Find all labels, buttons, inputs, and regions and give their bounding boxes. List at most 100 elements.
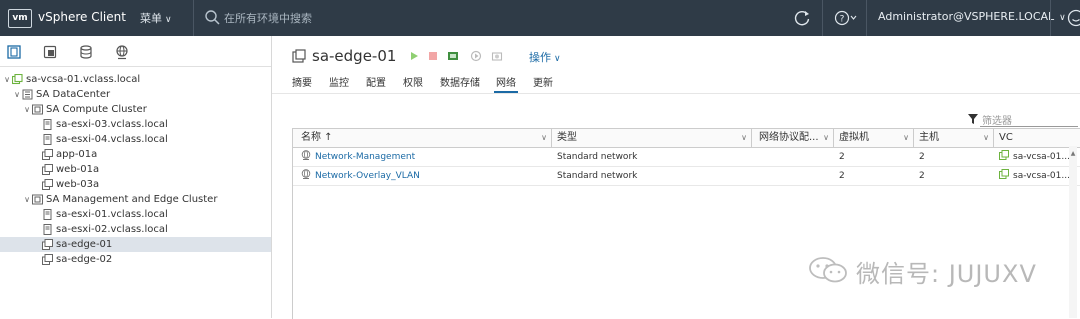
column-divider[interactable]: [913, 129, 914, 147]
tree-node-label: sa-edge-02: [56, 252, 112, 267]
column-header[interactable]: VC: [999, 129, 1080, 147]
table-cell: 2: [919, 167, 989, 185]
power-on-icon[interactable]: [408, 50, 420, 62]
column-header[interactable]: 主机 ∨: [919, 129, 993, 147]
tab-0[interactable]: 摘要: [292, 74, 312, 89]
snapshot-icon[interactable]: [491, 50, 503, 62]
actions-label: 操作: [529, 51, 551, 64]
tree-node-label: sa-esxi-04.vclass.local: [56, 132, 168, 147]
top-header: vm vSphere Client 菜单∨ 在所有环境中搜索 ? Adminis…: [0, 0, 1080, 36]
tree-node[interactable]: sa-edge-02: [0, 252, 271, 267]
tree-node[interactable]: web-03a: [0, 177, 271, 192]
app-title: vSphere Client: [38, 10, 126, 24]
filter-underline: [980, 126, 1078, 127]
chevron-down-icon: ∨: [1059, 13, 1066, 23]
table-row[interactable]: Network-ManagementStandard network22sa-v…: [293, 148, 1080, 167]
column-header[interactable]: 虚拟机∨: [839, 129, 913, 147]
vms-and-templates-icon[interactable]: [42, 44, 58, 60]
tree-node[interactable]: sa-esxi-04.vclass.local: [0, 132, 271, 147]
network-name-link[interactable]: Network-Management: [301, 148, 547, 166]
column-menu-icon[interactable]: ∨: [741, 129, 747, 147]
filter-input[interactable]: 筛选器: [982, 112, 1012, 127]
tree-node[interactable]: sa-esxi-03.vclass.local: [0, 117, 271, 132]
global-search-input[interactable]: 在所有环境中搜索: [224, 10, 312, 26]
cell-text: Network-Management: [315, 152, 415, 162]
chevron-down-icon: ∨: [554, 54, 561, 64]
table-cell[interactable]: sa-vcsa-01...: [999, 148, 1069, 166]
refresh-icon[interactable]: [792, 8, 812, 28]
vm-icon: [42, 164, 53, 175]
column-menu-icon[interactable]: ∨: [823, 129, 829, 147]
tab-1[interactable]: 监控: [329, 74, 349, 89]
tab-5[interactable]: 网络: [496, 74, 516, 89]
column-divider[interactable]: [751, 129, 752, 147]
tree-node-label: SA DataCenter: [36, 87, 110, 102]
tree-node[interactable]: ∨ sa-vcsa-01.vclass.local: [0, 72, 271, 87]
table-cell[interactable]: sa-vcsa-01...: [999, 167, 1069, 185]
tree-node[interactable]: sa-esxi-01.vclass.local: [0, 207, 271, 222]
tree-node[interactable]: ∨SA Compute Cluster: [0, 102, 271, 117]
vmware-logo: vm: [8, 9, 32, 28]
tab-6[interactable]: 更新: [533, 74, 553, 89]
object-title: sa-edge-01: [312, 47, 396, 65]
menu-label: 菜单: [140, 12, 162, 25]
filter-icon: [968, 114, 978, 124]
menu-dropdown[interactable]: 菜单∨: [140, 10, 172, 26]
tree-node-label: app-01a: [56, 147, 97, 162]
tree-node[interactable]: ∨ SA DataCenter: [0, 87, 271, 102]
cell-text: 2: [839, 152, 845, 162]
tree-node-label: sa-vcsa-01.vclass.local: [26, 72, 140, 87]
network-name-link[interactable]: Network-Overlay_VLAN: [301, 167, 547, 185]
cluster-icon: [32, 104, 43, 115]
column-header[interactable]: 名称 ↑ ∨: [301, 129, 551, 147]
storage-icon[interactable]: [78, 44, 94, 60]
tree-node[interactable]: ∨SA Management and Edge Cluster: [0, 192, 271, 207]
navigator-tabs: [0, 36, 271, 67]
chevron-down-icon[interactable]: ∨: [2, 72, 12, 87]
column-header-label: 主机: [919, 132, 939, 143]
scroll-up-icon[interactable]: ▲: [1069, 150, 1077, 157]
grid-header: 名称 ↑∨类型∨网络协议配...∨虚拟机∨主机∨VC: [293, 129, 1080, 148]
column-header-label: 名称 ↑: [301, 132, 333, 143]
migrate-icon[interactable]: [470, 50, 482, 62]
header-divider: [1050, 0, 1051, 36]
filter-field[interactable]: 筛选器: [968, 112, 1078, 126]
feedback-smiley-icon[interactable]: [1066, 8, 1080, 28]
chevron-down-icon[interactable]: ∨: [22, 192, 32, 207]
column-header[interactable]: 类型 ∨: [557, 129, 751, 147]
help-icon[interactable]: ?: [834, 9, 858, 27]
column-menu-icon[interactable]: ∨: [903, 129, 909, 147]
hosts-and-clusters-icon[interactable]: [6, 44, 22, 60]
tree-node[interactable]: app-01a: [0, 147, 271, 162]
tree-node-label: web-01a: [56, 162, 99, 177]
networking-icon[interactable]: [114, 44, 130, 60]
column-header-label: 类型: [557, 132, 577, 143]
user-menu[interactable]: Administrator@VSPHERE.LOCAL∨: [878, 10, 1066, 23]
table-cell: 2: [839, 148, 909, 166]
network-icon: [301, 152, 315, 162]
chevron-down-icon[interactable]: ∨: [12, 87, 22, 102]
column-menu-icon[interactable]: ∨: [983, 129, 989, 147]
table-cell: [759, 167, 829, 185]
tab-4[interactable]: 数据存储: [440, 74, 480, 89]
power-off-icon[interactable]: [427, 50, 439, 62]
tree-node[interactable]: web-01a: [0, 162, 271, 177]
column-divider[interactable]: [551, 129, 552, 147]
tree-node[interactable]: sa-esxi-02.vclass.local: [0, 222, 271, 237]
actions-menu[interactable]: 操作∨: [529, 49, 561, 65]
column-menu-icon[interactable]: ∨: [541, 129, 547, 147]
tree-node[interactable]: sa-edge-01: [0, 237, 271, 252]
cluster-icon: [32, 194, 43, 205]
grid-scrollbar[interactable]: ▲: [1069, 146, 1077, 318]
column-divider[interactable]: [993, 129, 994, 147]
tab-3[interactable]: 权限: [403, 74, 423, 89]
cell-text: sa-vcsa-01...: [1013, 171, 1069, 181]
chevron-down-icon[interactable]: ∨: [22, 102, 32, 117]
column-header[interactable]: 网络协议配...∨: [759, 129, 833, 147]
table-row[interactable]: Network-Overlay_VLANStandard network22sa…: [293, 167, 1080, 186]
tab-2[interactable]: 配置: [366, 74, 386, 89]
search-icon[interactable]: [204, 9, 220, 25]
launch-console-icon[interactable]: [447, 50, 459, 62]
cell-text: 2: [919, 171, 925, 181]
column-divider[interactable]: [833, 129, 834, 147]
